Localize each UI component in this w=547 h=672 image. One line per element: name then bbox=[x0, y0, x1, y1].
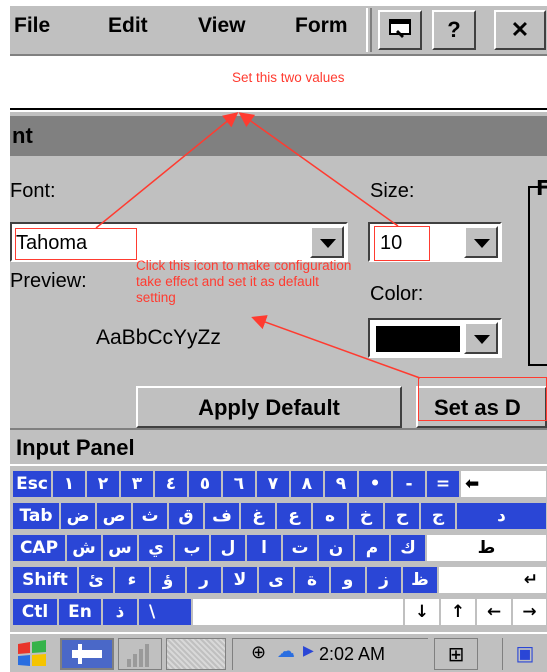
arrow-to-font bbox=[95, 112, 239, 229]
key-right-arrow[interactable]: → bbox=[512, 598, 547, 626]
key[interactable]: ص bbox=[96, 502, 132, 530]
key[interactable]: ج bbox=[420, 502, 456, 530]
arrow-to-set-default bbox=[251, 315, 421, 379]
input-method-icon[interactable]: ⊞ bbox=[434, 638, 478, 670]
key[interactable]: غ bbox=[240, 502, 276, 530]
key[interactable]: م bbox=[354, 534, 390, 562]
key-backslash[interactable]: \ bbox=[138, 598, 192, 626]
key-left-arrow[interactable]: ← bbox=[476, 598, 512, 626]
key[interactable]: ٤ bbox=[154, 470, 188, 498]
key-up-arrow[interactable]: ↑ bbox=[440, 598, 476, 626]
play-icon: ▶ bbox=[303, 643, 314, 659]
key[interactable]: ٩ bbox=[324, 470, 358, 498]
key[interactable]: ٧ bbox=[256, 470, 290, 498]
key[interactable]: ا bbox=[246, 534, 282, 562]
key[interactable]: ى bbox=[258, 566, 294, 594]
key[interactable]: • bbox=[358, 470, 392, 498]
key-caps[interactable]: CAP bbox=[12, 534, 66, 562]
system-tray: ⊕ ☁ ▶ 2:02 AM bbox=[232, 638, 428, 670]
key[interactable]: ء bbox=[114, 566, 150, 594]
key-ctrl[interactable]: Ctl bbox=[12, 598, 58, 626]
key-down-arrow[interactable]: ↓ bbox=[404, 598, 440, 626]
network-icon[interactable] bbox=[60, 638, 114, 670]
key[interactable]: ث bbox=[132, 502, 168, 530]
key[interactable]: ١ bbox=[52, 470, 86, 498]
key[interactable]: س bbox=[102, 534, 138, 562]
tray-network-icon[interactable]: ☁ bbox=[277, 641, 295, 662]
key[interactable]: خ bbox=[348, 502, 384, 530]
key[interactable]: ٣ bbox=[120, 470, 154, 498]
key[interactable]: ت bbox=[282, 534, 318, 562]
key-minus[interactable]: - bbox=[392, 470, 426, 498]
arrow-to-size bbox=[238, 112, 399, 227]
key[interactable]: ٨ bbox=[290, 470, 324, 498]
tray-app-icon[interactable]: ⊕ bbox=[251, 642, 266, 663]
key[interactable]: ٦ bbox=[222, 470, 256, 498]
key-equals[interactable]: = bbox=[426, 470, 460, 498]
key-shift[interactable]: Shift bbox=[12, 566, 78, 594]
key[interactable]: ذ bbox=[102, 598, 138, 626]
key-space[interactable] bbox=[192, 598, 404, 626]
start-button[interactable] bbox=[12, 638, 54, 670]
key[interactable]: ق bbox=[168, 502, 204, 530]
key-esc[interactable]: Esc bbox=[12, 470, 52, 498]
key[interactable]: ة bbox=[294, 566, 330, 594]
key[interactable]: ك bbox=[390, 534, 426, 562]
key[interactable]: ش bbox=[66, 534, 102, 562]
clock[interactable]: 2:02 AM bbox=[319, 644, 385, 665]
key-enter[interactable]: ↵ bbox=[438, 566, 547, 594]
taskbar: ⊕ ☁ ▶ 2:02 AM ⊞ ▣ bbox=[10, 632, 547, 672]
windows-logo-icon bbox=[18, 640, 46, 666]
key[interactable]: ض bbox=[60, 502, 96, 530]
key[interactable]: ئ bbox=[78, 566, 114, 594]
key-tab[interactable]: Tab bbox=[12, 502, 60, 530]
key[interactable]: ب bbox=[174, 534, 210, 562]
key[interactable]: ي bbox=[138, 534, 174, 562]
key[interactable]: لا bbox=[222, 566, 258, 594]
key[interactable]: ؤ bbox=[150, 566, 186, 594]
key[interactable]: ح bbox=[384, 502, 420, 530]
key[interactable]: ٢ bbox=[86, 470, 120, 498]
key[interactable]: ط bbox=[426, 534, 547, 562]
key[interactable]: ر bbox=[186, 566, 222, 594]
key[interactable]: ع bbox=[276, 502, 312, 530]
key[interactable]: ن bbox=[318, 534, 354, 562]
key[interactable]: ٥ bbox=[188, 470, 222, 498]
key[interactable]: ه bbox=[312, 502, 348, 530]
desktop-icon[interactable]: ▣ bbox=[502, 638, 547, 670]
key[interactable]: ف bbox=[204, 502, 240, 530]
key-backspace[interactable]: ⬅ bbox=[460, 470, 547, 498]
key[interactable]: ل bbox=[210, 534, 246, 562]
key-language[interactable]: En bbox=[58, 598, 102, 626]
input-panel-title: Input Panel bbox=[10, 428, 547, 464]
soft-keyboard: Esc ١ ٢ ٣ ٤ ٥ ٦ ٧ ٨ ٩ • - = ⬅ Tab ض ص ث … bbox=[10, 466, 547, 632]
taskbar-slot[interactable] bbox=[166, 638, 226, 670]
key[interactable]: ظ bbox=[402, 566, 438, 594]
key[interactable]: ز bbox=[366, 566, 402, 594]
key[interactable]: د bbox=[456, 502, 547, 530]
key[interactable]: و bbox=[330, 566, 366, 594]
signal-strength-icon bbox=[118, 638, 162, 670]
